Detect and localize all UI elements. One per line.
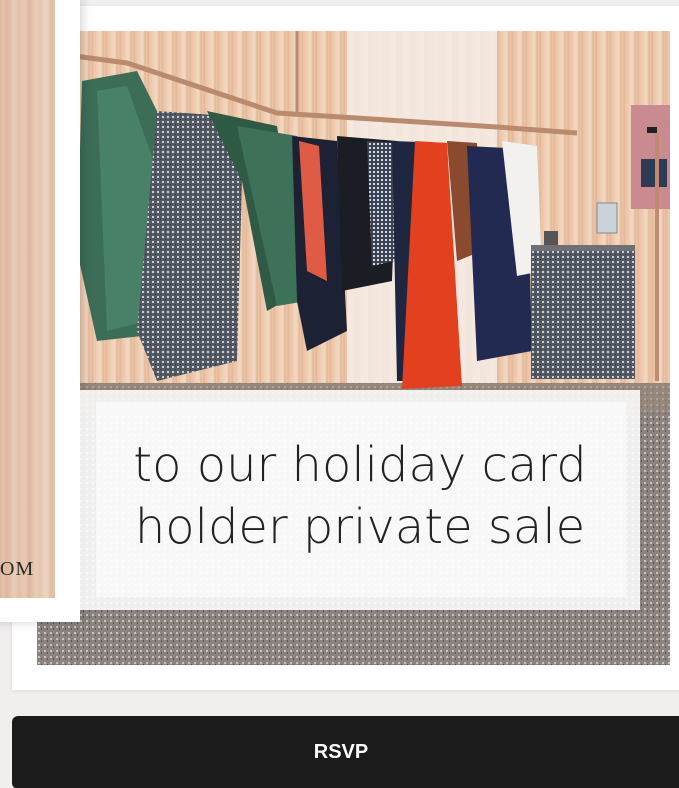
invitation-page: OM to our holiday card holder private sa… bbox=[0, 0, 679, 788]
rsvp-button-label: RSVP bbox=[313, 741, 369, 763]
headline-line-1: to our holiday card bbox=[133, 437, 587, 493]
headline-text: to our holiday card holder private sale bbox=[80, 434, 640, 558]
previous-card-photo bbox=[0, 0, 55, 598]
headline-line-2: holder private sale bbox=[134, 499, 586, 555]
previous-card-text: OM bbox=[0, 558, 35, 580]
previous-card-preview[interactable]: OM bbox=[0, 0, 80, 622]
rsvp-button[interactable]: RSVP bbox=[12, 716, 679, 788]
